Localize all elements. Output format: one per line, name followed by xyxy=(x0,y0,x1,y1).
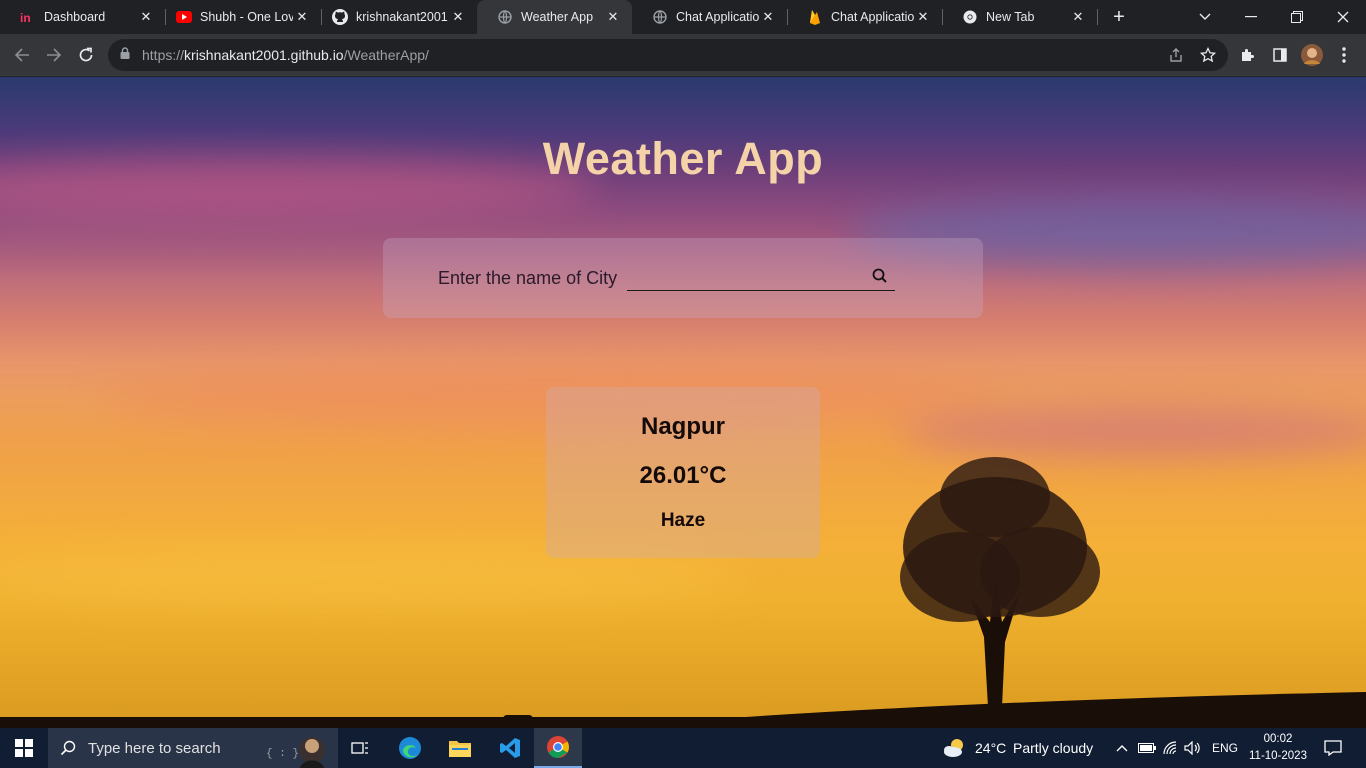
forward-arrow-icon[interactable] xyxy=(40,41,68,69)
taskbar-search-placeholder: Type here to search xyxy=(88,739,221,757)
tab-new-tab[interactable]: New Tab ✕ xyxy=(942,0,1097,34)
tab-chat-application-firebase[interactable]: Chat Application ✕ xyxy=(787,0,942,34)
tab-title: Weather App xyxy=(521,10,594,24)
weather-result-card: Nagpur 26.01°C Haze xyxy=(546,387,820,558)
side-panel-icon[interactable] xyxy=(1266,41,1294,69)
notification-icon[interactable] xyxy=(1318,728,1348,768)
close-tab-icon[interactable]: ✕ xyxy=(604,8,622,26)
volume-icon[interactable] xyxy=(1182,728,1204,768)
firebase-icon xyxy=(807,9,823,25)
clock-time: 00:02 xyxy=(1263,733,1293,745)
tab-github[interactable]: krishnakant2001 ✕ xyxy=(312,0,477,34)
address-bar[interactable]: https://krishnakant2001.github.io/Weathe… xyxy=(108,39,1228,71)
tab-title: krishnakant2001 xyxy=(356,10,448,24)
restore-icon[interactable] xyxy=(1274,0,1320,34)
clock-date: 11-10-2023 xyxy=(1249,750,1307,762)
task-view-icon[interactable] xyxy=(338,728,382,768)
wifi-icon[interactable] xyxy=(1160,728,1182,768)
tab-title: Shubh - One Lov xyxy=(200,10,293,24)
close-tab-icon[interactable]: ✕ xyxy=(137,8,155,26)
extensions-puzzle-icon[interactable] xyxy=(1234,41,1262,69)
url-scheme: https:// xyxy=(142,47,185,63)
temperature: 26.01°C xyxy=(639,462,727,489)
bookmark-star-icon[interactable] xyxy=(1194,41,1222,69)
search-label: Enter the name of City xyxy=(438,268,618,288)
vscode-icon[interactable] xyxy=(488,728,532,768)
profile-avatar[interactable] xyxy=(1298,41,1326,69)
start-windows-icon[interactable] xyxy=(0,728,48,768)
tab-title: Dashboard xyxy=(44,10,106,24)
minimize-icon[interactable] xyxy=(1228,0,1274,34)
globe-icon xyxy=(652,9,668,25)
city-search-input[interactable] xyxy=(627,264,895,291)
tab-weather-app[interactable]: Weather App ✕ xyxy=(477,0,632,34)
chrome-icon xyxy=(962,9,978,25)
tab-strip: in Dashboard ✕ Shubh - One Lov ✕ krishna… xyxy=(0,0,1366,34)
tab-search-chevron-icon[interactable] xyxy=(1182,0,1228,34)
url-host: krishnakant2001.github.io xyxy=(184,47,344,63)
chevron-up-icon[interactable] xyxy=(1112,728,1132,768)
youtube-icon xyxy=(176,9,192,25)
weather-partly-cloudy-icon[interactable] xyxy=(940,728,970,768)
page-title: Weather App xyxy=(542,133,824,184)
taskbar-weather-desc[interactable]: Partly cloudy xyxy=(1013,728,1093,768)
svg-text:in: in xyxy=(20,11,31,23)
globe-icon xyxy=(497,9,513,25)
tab-title: Chat Application xyxy=(831,10,914,24)
battery-icon[interactable] xyxy=(1136,728,1158,768)
tab-divider xyxy=(1097,9,1098,25)
city-name: Nagpur xyxy=(641,413,725,440)
close-window-icon[interactable] xyxy=(1320,0,1366,34)
close-tab-icon[interactable]: ✕ xyxy=(1069,8,1087,26)
weather-app-page: Weather App Enter the name of City Nagpu… xyxy=(0,77,1366,728)
windows-taskbar: Type here to search { : } 24°C Partly cl… xyxy=(0,728,1366,768)
language-indicator[interactable]: ENG xyxy=(1212,728,1238,768)
file-explorer-icon[interactable] xyxy=(438,728,482,768)
github-icon xyxy=(332,9,348,25)
search-highlight-image: { : } xyxy=(258,728,336,768)
tab-title: New Tab xyxy=(986,10,1035,24)
menu-kebab-icon[interactable] xyxy=(1330,41,1358,69)
close-tab-icon[interactable]: ✕ xyxy=(293,8,311,26)
chrome-taskbar-icon[interactable] xyxy=(534,728,582,768)
weather-description: Haze xyxy=(660,510,706,531)
reload-icon[interactable] xyxy=(72,41,100,69)
search-icon xyxy=(60,740,76,756)
svg-text:{ : }: { : } xyxy=(266,748,299,760)
clock[interactable]: 00:02 11-10-2023 xyxy=(1244,731,1312,765)
tab-youtube[interactable]: Shubh - One Lov ✕ xyxy=(156,0,321,34)
invision-icon: in xyxy=(20,9,36,25)
url-path: /WeatherApp/ xyxy=(343,47,429,63)
close-tab-icon[interactable]: ✕ xyxy=(914,8,932,26)
close-tab-icon[interactable]: ✕ xyxy=(759,8,777,26)
back-arrow-icon[interactable] xyxy=(8,41,36,69)
taskbar-search-box[interactable]: Type here to search { : } xyxy=(48,728,338,768)
tab-dashboard[interactable]: in Dashboard ✕ xyxy=(0,0,165,34)
close-tab-icon[interactable]: ✕ xyxy=(449,8,467,26)
tab-chat-application[interactable]: Chat Application ✕ xyxy=(632,0,787,34)
url-text[interactable]: https://krishnakant2001.github.io/Weathe… xyxy=(142,47,429,63)
lock-icon[interactable] xyxy=(120,46,130,64)
search-card: Enter the name of City xyxy=(383,238,983,318)
share-icon[interactable] xyxy=(1162,41,1190,69)
tab-title: Chat Application xyxy=(676,10,759,24)
edge-icon[interactable] xyxy=(388,728,432,768)
search-icon[interactable] xyxy=(870,266,890,286)
browser-toolbar: https://krishnakant2001.github.io/Weathe… xyxy=(0,34,1366,76)
new-tab-button[interactable]: + xyxy=(1108,6,1130,28)
taskbar-weather-temp[interactable]: 24°C xyxy=(975,728,1006,768)
